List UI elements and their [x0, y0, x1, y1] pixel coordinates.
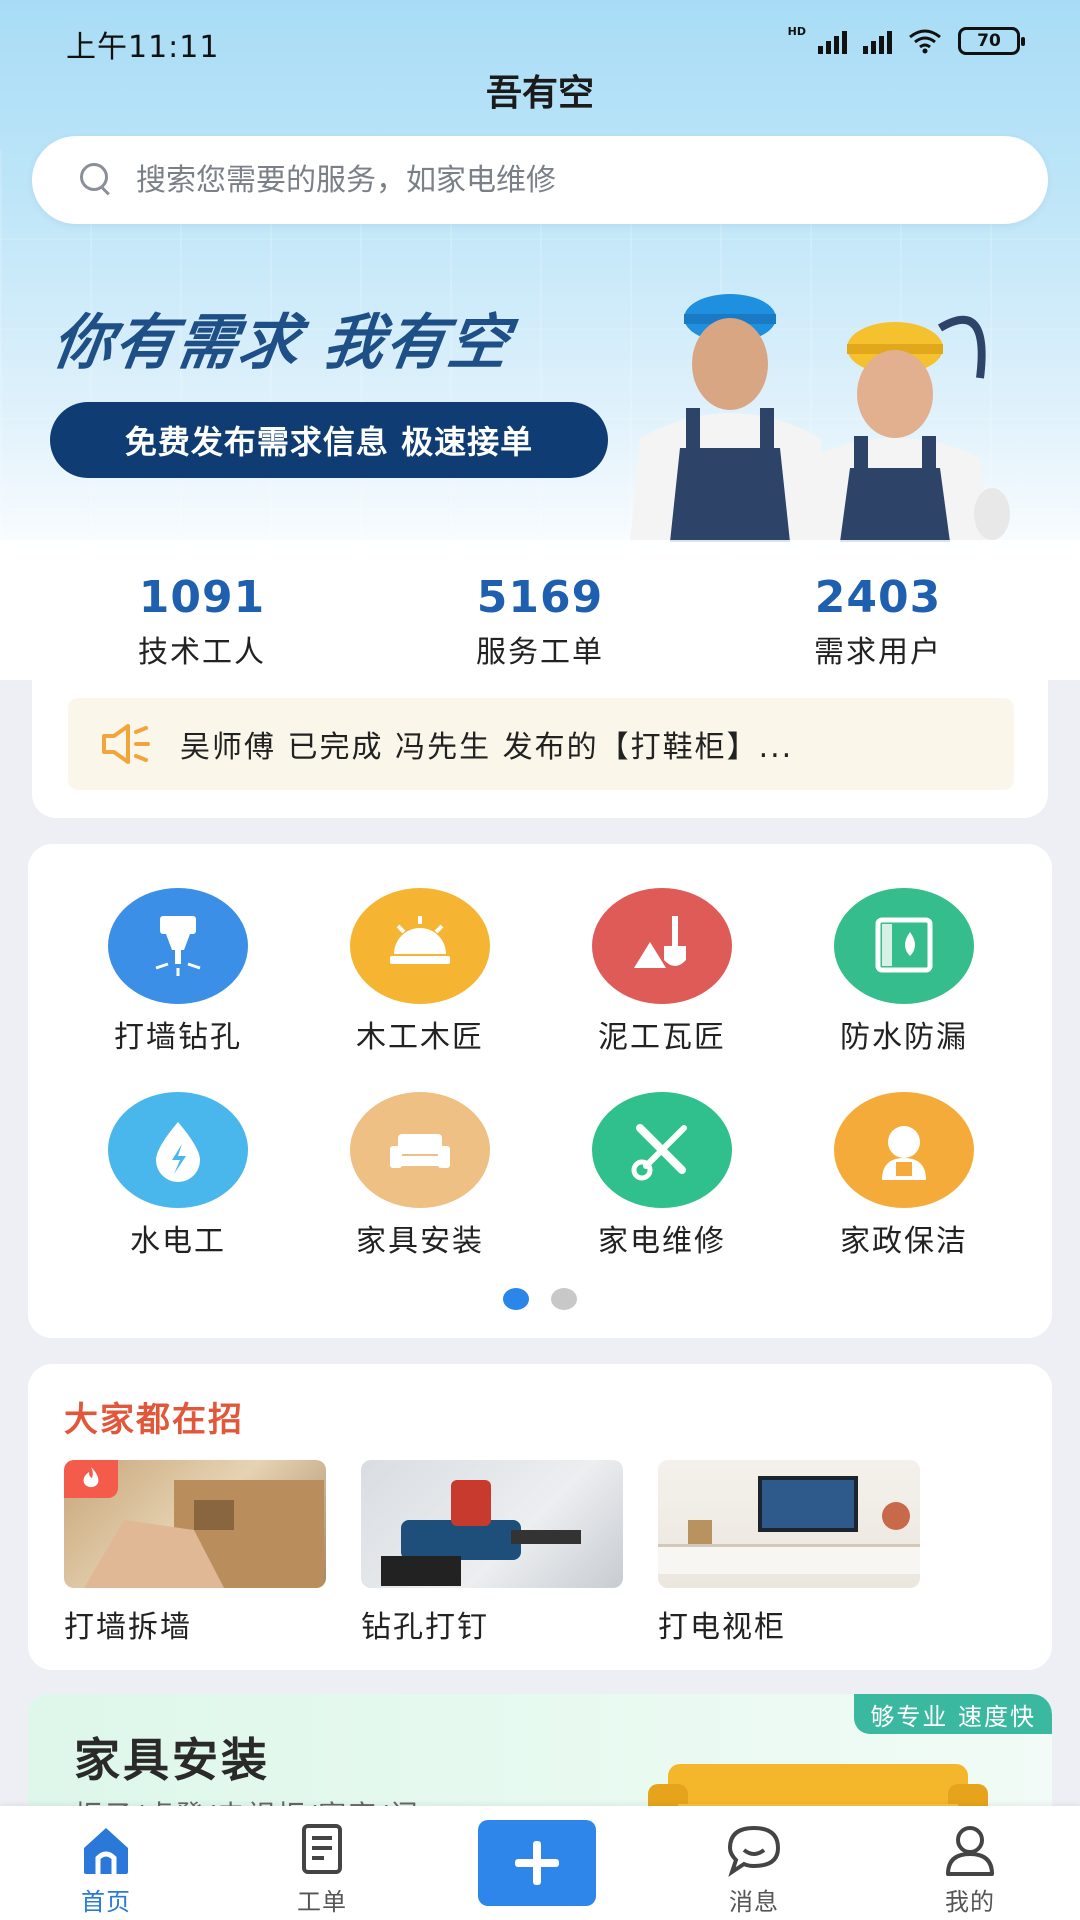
category-plumbing-electric[interactable]: 水电工: [78, 1092, 278, 1260]
stat-value: 1091: [138, 572, 266, 623]
message-icon: [724, 1822, 784, 1878]
tab-label: 工单: [297, 1888, 347, 1916]
battery-icon: 70: [958, 27, 1025, 55]
promo-title: 家具安装: [74, 1733, 270, 1787]
tv-cabinet-image: [658, 1476, 920, 1574]
popular-item-drilling[interactable]: 钻孔打钉: [361, 1460, 623, 1646]
category-label: 家电维修: [598, 1224, 726, 1259]
category-label: 水电工: [130, 1224, 226, 1259]
category-label: 打墙钻孔: [114, 1020, 242, 1055]
wifi-icon: [909, 29, 941, 54]
hot-badge: [64, 1460, 118, 1498]
promo-tag: 够专业 速度快: [854, 1694, 1052, 1734]
stat-label: 需求用户: [814, 635, 942, 670]
network-type-label: HD: [787, 24, 806, 38]
stat-value: 2403: [814, 572, 942, 623]
tab-label: 消息: [729, 1888, 779, 1916]
tab-label: 我的: [945, 1888, 995, 1916]
search-input[interactable]: [134, 161, 934, 199]
page-title: 吾有空: [485, 73, 594, 114]
category-label: 木工木匠: [356, 1020, 484, 1055]
home-icon: [76, 1822, 136, 1878]
category-appliance-repair[interactable]: 家电维修: [562, 1092, 762, 1260]
popular-label: 打墙拆墙: [64, 1610, 192, 1645]
tab-orders[interactable]: 工单: [222, 1806, 422, 1920]
plus-icon: [515, 1841, 559, 1885]
drill-icon: [108, 888, 248, 1004]
page-dot[interactable]: [551, 1288, 577, 1310]
stat-technicians: 1091 技术工人: [52, 572, 352, 671]
publish-button[interactable]: [478, 1820, 596, 1906]
category-label: 家政保洁: [840, 1224, 968, 1259]
popular-thumbnail: [658, 1460, 920, 1588]
category-label: 泥工瓦匠: [598, 1020, 726, 1055]
waterproof-icon: [834, 888, 974, 1004]
stat-value: 5169: [476, 572, 604, 623]
popular-thumbnail: [64, 1460, 326, 1588]
tab-messages[interactable]: 消息: [654, 1806, 854, 1920]
tab-home[interactable]: 首页: [6, 1806, 206, 1920]
speaker-icon: [102, 724, 150, 764]
category-furniture[interactable]: 家具安装: [320, 1092, 520, 1260]
order-icon: [292, 1822, 352, 1878]
notice-text: 吴师傅 已完成 冯先生 发布的【打鞋柜】...: [180, 730, 794, 765]
search-bar[interactable]: [32, 136, 1048, 224]
stat-label: 技术工人: [138, 635, 266, 670]
notice-marquee[interactable]: 吴师傅 已完成 冯先生 发布的【打鞋柜】...: [68, 698, 1014, 790]
stat-label: 服务工单: [476, 635, 604, 670]
drilling-image: [381, 1480, 581, 1586]
search-icon: [80, 163, 114, 197]
status-time: 上午11:11: [66, 30, 220, 65]
signal-icon-2: [863, 28, 892, 54]
housekeeper-icon: [834, 1092, 974, 1208]
popular-label: 打电视柜: [658, 1610, 786, 1645]
tab-profile[interactable]: 我的: [870, 1806, 1070, 1920]
popular-title: 大家都在招: [64, 1400, 244, 1440]
popular-item-wall-demolition[interactable]: 打墙拆墙: [64, 1460, 326, 1646]
page-indicator: [0, 1288, 1080, 1310]
popular-item-tv-cabinet[interactable]: 打电视柜: [658, 1460, 920, 1646]
category-housekeeping[interactable]: 家政保洁: [804, 1092, 1004, 1260]
category-label: 家具安装: [356, 1224, 484, 1259]
sofa-icon: [350, 1092, 490, 1208]
category-masonry[interactable]: 泥工瓦匠: [562, 888, 762, 1056]
status-icons: HD 70: [787, 24, 1025, 56]
page-dot-active[interactable]: [503, 1288, 529, 1310]
category-carpentry[interactable]: 木工木匠: [320, 888, 520, 1056]
trowel-icon: [592, 888, 732, 1004]
category-waterproof[interactable]: 防水防漏: [804, 888, 1004, 1056]
profile-icon: [940, 1822, 1000, 1878]
tab-label: 首页: [81, 1888, 131, 1916]
popular-label: 钻孔打钉: [361, 1610, 489, 1645]
workers-illustration: [630, 294, 1010, 542]
category-label: 防水防漏: [840, 1020, 968, 1055]
fire-icon: [83, 1467, 99, 1488]
app-screen: 上午11:11 HD 70 吾有空 你有需求 我有空 免费发布需求信息 极速接单: [0, 0, 1080, 1920]
stat-users: 2403 需求用户: [728, 572, 1028, 671]
stat-orders: 5169 服务工单: [390, 572, 690, 671]
banner-slogan: 你有需求 我有空: [48, 308, 516, 378]
popular-thumbnail: [361, 1460, 623, 1588]
saw-icon: [350, 888, 490, 1004]
tools-icon: [592, 1092, 732, 1208]
water-electric-icon: [108, 1092, 248, 1208]
category-drill[interactable]: 打墙钻孔: [78, 888, 278, 1056]
banner-pill[interactable]: 免费发布需求信息 极速接单: [50, 402, 608, 478]
signal-icon: [818, 28, 847, 54]
